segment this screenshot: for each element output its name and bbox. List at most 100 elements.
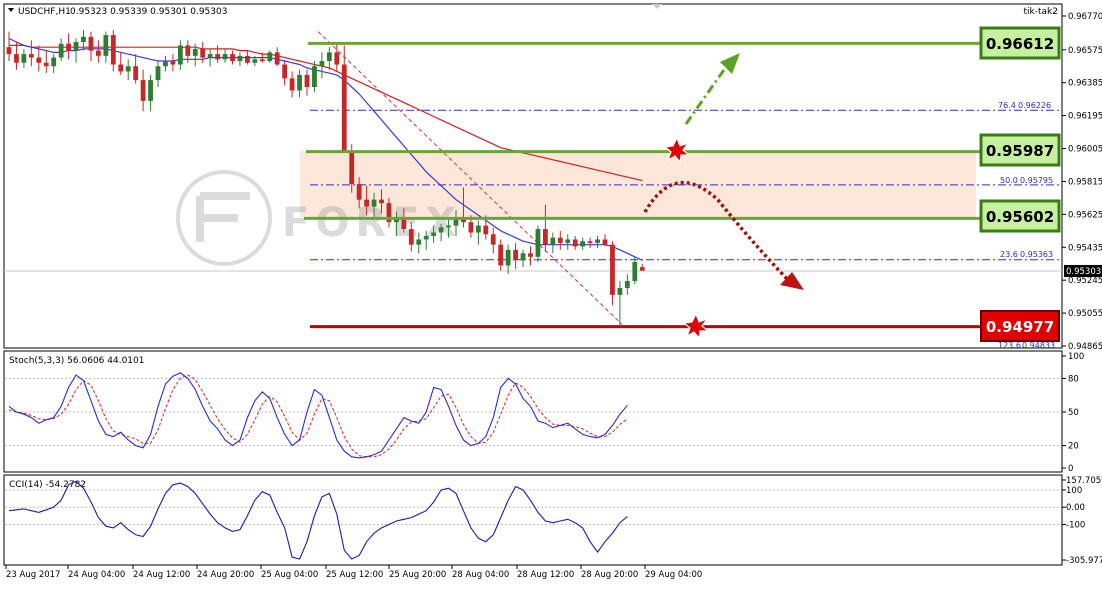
stoch-axis: 100 80 50 20 0: [1062, 352, 1084, 474]
fib-1236-label: 123.6: [998, 341, 1021, 350]
candle-body: [587, 241, 593, 243]
candle-body: [408, 229, 414, 245]
stoch-tick-label: 50: [1068, 408, 1079, 418]
price-tick-label: 0.95245: [1068, 276, 1102, 286]
candle-body: [155, 66, 161, 81]
price-tick-label: 0.96005: [1068, 145, 1102, 155]
watermark-text: FOREX: [282, 200, 462, 246]
time-tick-label: 24 Aug 20:00: [197, 570, 254, 580]
candle-body: [200, 48, 206, 58]
time-tick-label: 24 Aug 12:00: [133, 570, 190, 580]
candle-body: [632, 261, 638, 282]
candle-body: [125, 66, 131, 72]
candle-body: [416, 239, 422, 245]
time-tick-label: 25 Aug 12:00: [326, 570, 383, 580]
candle-body: [289, 78, 295, 91]
candle-body: [498, 244, 504, 266]
cci-panel[interactable]: [3, 474, 1063, 566]
candle-body: [312, 66, 317, 88]
cci-tick-label: 100: [1066, 486, 1082, 496]
candle-body: [319, 61, 325, 67]
candle-body: [602, 239, 608, 245]
candle-body: [356, 184, 362, 200]
candle-body: [103, 35, 109, 56]
candle-body: [528, 253, 533, 257]
candle-body: [341, 64, 347, 152]
candle-body: [326, 52, 332, 62]
candle-body: [483, 225, 489, 235]
candle-body: [66, 43, 71, 51]
candle-body: [58, 43, 64, 58]
candle-body: [96, 50, 101, 56]
candle-body: [185, 45, 191, 56]
chart-window: FOREX USDCHF,H1 0.95323 0.95339 0.95301 …: [0, 0, 1102, 585]
candle-body: [170, 61, 176, 65]
price-tick-label: 0.96195: [1068, 112, 1102, 122]
candle-body: [274, 52, 280, 65]
candle-body: [535, 229, 541, 257]
price-tick-label: 0.95815: [1068, 177, 1102, 187]
fib-236-price: 0.95363: [1020, 250, 1053, 259]
time-tick-label: 24 Aug 04:00: [68, 570, 125, 580]
level-value-1: 0.96612: [986, 35, 1054, 53]
stoch-tick-label: 100: [1068, 352, 1084, 362]
candle-body: [43, 62, 49, 67]
fib-236-label: 23.6: [1000, 250, 1018, 259]
fib-500-label: 50.0: [1000, 176, 1018, 185]
candle-body: [572, 239, 578, 247]
candle-body: [88, 36, 94, 51]
time-tick-label: 28 Aug 04:00: [452, 570, 509, 580]
candle-body: [245, 55, 250, 63]
level-value-4: 0.94977: [986, 318, 1054, 336]
candle-body: [6, 47, 12, 55]
candle-body: [520, 253, 526, 261]
candle-body: [513, 249, 518, 261]
stoch-tick-label: 20: [1068, 442, 1079, 452]
candle-body: [73, 41, 79, 51]
candle-body: [259, 59, 265, 62]
candle-body: [334, 52, 340, 65]
price-tick-label: 0.95055: [1068, 309, 1102, 319]
candle-body: [110, 35, 116, 65]
price-tick-label: 0.95435: [1068, 243, 1102, 253]
candle-body: [595, 239, 600, 243]
current-price: 0.95303: [1066, 267, 1101, 277]
candle-body: [215, 54, 220, 60]
candle-body: [550, 237, 556, 245]
candle-body: [468, 222, 474, 233]
candle-body: [267, 52, 273, 62]
cci-axis: 157.7059100 0.00 -100 -305.9771: [1062, 476, 1102, 566]
cci-tick-label: -100: [1066, 520, 1085, 530]
candle-body: [207, 54, 213, 58]
chart-canvas[interactable]: FOREX USDCHF,H1 0.95323 0.95339 0.95301 …: [0, 0, 1102, 585]
price-tick-label: 0.96385: [1068, 79, 1102, 89]
candle-body: [192, 48, 198, 56]
stoch-tick-label: 80: [1068, 374, 1079, 384]
cci-tick-label: 157.7059: [1066, 476, 1102, 486]
level-label-3: 0.95602: [979, 199, 1061, 233]
price-axis: 0.96770 0.96575 0.96385 0.96195 0.96005 0.958…: [1062, 12, 1102, 352]
level-value-2: 0.95987: [986, 142, 1054, 160]
ohlc-label: 0.95323 0.95339 0.95301 0.95303: [70, 7, 227, 17]
candle-body: [297, 74, 302, 91]
candle-body: [438, 227, 444, 233]
price-tick-label: 0.94865: [1068, 342, 1102, 352]
candle-body: [475, 225, 481, 233]
candle-body: [81, 36, 86, 42]
candle-body: [624, 281, 630, 288]
cci-tick-label: 0.00: [1066, 503, 1085, 513]
candle-body: [133, 66, 139, 81]
candle-body: [21, 54, 27, 63]
candle-body: [364, 199, 369, 207]
candle-body: [446, 225, 451, 228]
candle-body: [580, 241, 586, 247]
candle-body: [51, 57, 57, 67]
price-tick-label: 0.96575: [1068, 46, 1102, 56]
candle-body: [237, 55, 243, 62]
candle-body: [505, 249, 511, 266]
level-value-3: 0.95602: [986, 208, 1054, 226]
candle-body: [148, 80, 153, 101]
time-tick-label: 25 Aug 20:00: [389, 570, 446, 580]
fib-500-price: 0.95795: [1020, 176, 1053, 185]
time-axis: 23 Aug 2017 24 Aug 04:00 24 Aug 12:00 24 Au…: [5, 565, 702, 580]
